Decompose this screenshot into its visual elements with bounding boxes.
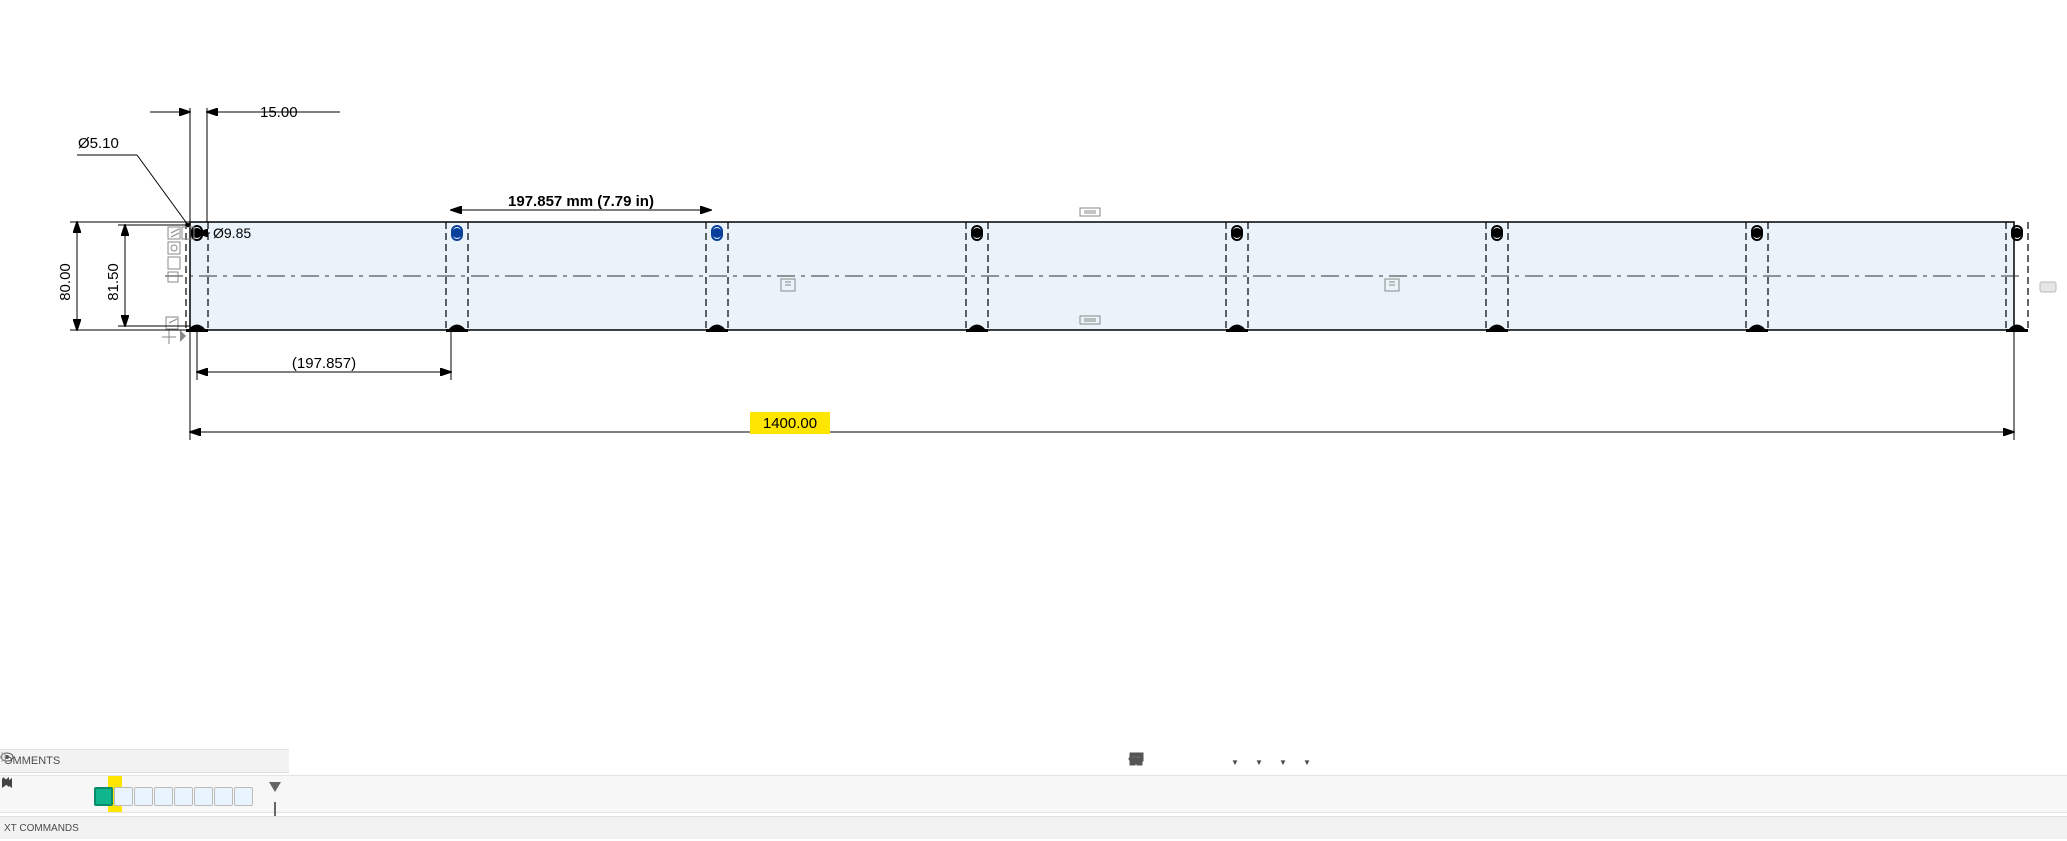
dim-overall-label: 1400.00 [763,415,817,432]
display-settings-button[interactable]: ▼ [1248,752,1268,772]
dim-span-ref-label: (197.857) [292,355,356,372]
dimension-overall[interactable]: 1400.00 [190,330,2014,440]
dimension-dia5[interactable]: Ø5.10 [77,135,190,227]
timeline-feature-chip[interactable] [234,787,253,806]
comments-panel-header[interactable]: OMMENTS [0,749,289,773]
dim-dia5-label: Ø5.10 [78,135,119,152]
drawing-svg: 15.00 Ø5.10 Ø9.85 80.00 81.50 (197.857) … [0,0,2067,760]
grid-settings-button[interactable]: ▼ [1272,752,1292,772]
timeline-feature-chip[interactable] [194,787,213,806]
text-commands-label: XT COMMANDS [4,823,79,834]
timeline[interactable] [0,775,2067,813]
dim-span-live-label: 197.857 mm (7.79 in) [508,193,654,210]
dim-80-label: 80.00 [57,263,74,301]
caret-down-icon: ▼ [1231,758,1239,767]
timeline-track[interactable] [94,779,294,809]
drawing-canvas[interactable]: 15.00 Ø5.10 Ø9.85 80.00 81.50 (197.857) … [0,0,2067,760]
timeline-feature-chip[interactable] [114,787,133,806]
divider-icon [0,750,8,764]
zoom-button[interactable]: ± [1200,752,1220,772]
dim-15-label: 15.00 [260,104,298,121]
timeline-feature-chip[interactable] [214,787,233,806]
dimension-span-live[interactable]: 197.857 mm (7.79 in) [451,193,711,210]
dimension-span-ref[interactable]: (197.857) [197,330,451,380]
look-at-button[interactable] [1152,752,1172,772]
timeline-feature-chip[interactable] [174,787,193,806]
dim-81p5-label: 81.50 [105,263,122,301]
timeline-prev-button[interactable] [22,783,44,805]
timeline-next-button[interactable] [44,783,66,805]
caret-down-icon: ▼ [1279,758,1287,767]
timeline-feature-chip[interactable] [94,787,113,806]
timeline-last-button[interactable] [66,783,88,805]
pan-button[interactable] [1176,752,1196,772]
viewports-button[interactable]: ▼ [1296,752,1316,772]
caret-down-icon: ▼ [1303,758,1311,767]
timeline-feature-chip[interactable] [134,787,153,806]
dimension-15[interactable]: 15.00 [150,104,340,222]
navcube-edge[interactable] [2040,282,2056,292]
view-toolbar: ▼±▼▼▼▼ [1128,751,1316,773]
timeline-feature-chip[interactable] [154,787,173,806]
text-commands-panel[interactable]: XT COMMANDS [0,816,2067,839]
zoom-window-button[interactable]: ▼ [1224,752,1244,772]
timeline-playhead[interactable] [269,782,281,792]
caret-down-icon: ▼ [1255,758,1263,767]
dim-hole-label: Ø9.85 [213,225,251,241]
